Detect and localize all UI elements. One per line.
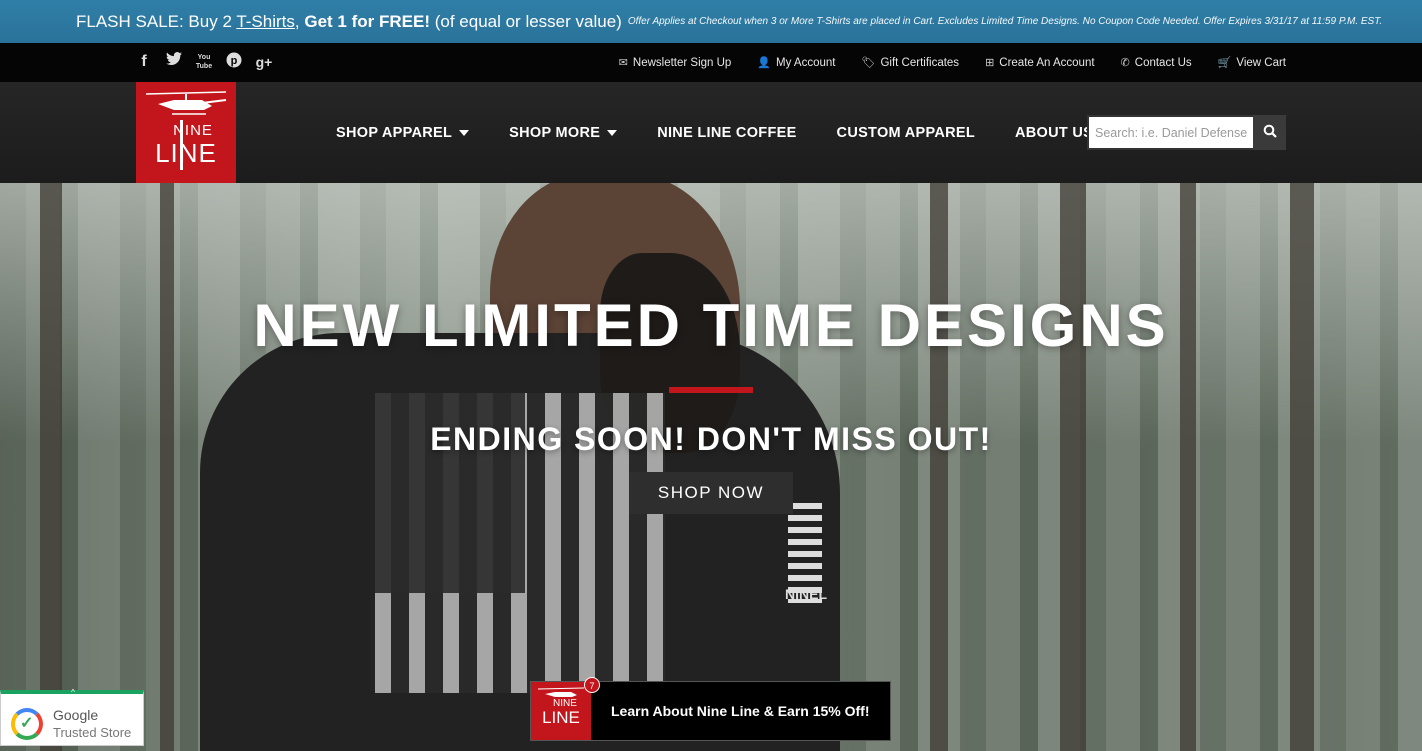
flash-sale-text: FLASH SALE: Buy 2 T-Shirts, Get 1 for FR… [76,12,622,32]
tag-icon: 🏷 [861,57,876,69]
user-icon: 👤 [757,57,772,69]
nav-shop-more[interactable]: SHOP MORE [509,124,618,141]
create-account-label: Create An Account [999,56,1095,69]
my-account-link[interactable]: 👤 My Account [757,56,836,70]
hero-subtitle: ENDING SOON! DON'T MISS OUT! [430,421,992,457]
flash-prefix: FLASH SALE: Buy 2 [76,11,237,31]
nav-shop-more-label: SHOP MORE [509,124,601,141]
view-cart-link[interactable]: 🛒 View Cart [1217,56,1286,70]
search-input[interactable] [1087,115,1253,150]
helicopter-icon [145,91,227,115]
tree-trunk [1290,183,1314,751]
flash-fine-print: Offer Applies at Checkout when 3 or More… [627,16,1383,27]
promo-text: Learn About Nine Line & Earn 15% Off! [611,703,870,719]
hero-title: NEW LIMITED TIME DESIGNS [253,292,1169,359]
google-trusted-store-badge[interactable]: ^ ✓ Google Trusted Store [0,689,144,746]
contact-us-label: Contact Us [1134,56,1192,69]
gift-certificates-label: Gift Certificates [880,56,960,69]
envelope-icon: ✉ [618,57,628,69]
flash-comma: , [294,11,300,31]
utility-links: ✉ Newsletter Sign Up 👤 My Account 🏷 Gift Ce… [619,43,1286,82]
utility-bar: f You Tube p g+ ✉ Newsletter Sign Up 👤 My … [0,43,1422,82]
nav-custom-label: CUSTOM APPAREL [836,124,976,141]
contact-us-link[interactable]: ✆ Contact Us [1120,56,1192,70]
logo-line1: NINE [173,122,213,139]
trusted-store-line2: Trusted Store [53,725,132,740]
promo-popup[interactable]: NINE LINE 7 Learn About Nine Line & Earn… [530,677,891,741]
flash-sale-banner: FLASH SALE: Buy 2 T-Shirts, Get 1 for FR… [0,0,1422,43]
nav-custom-apparel[interactable]: CUSTOM APPAREL [837,125,975,141]
search-button[interactable] [1253,115,1286,150]
nav-coffee-label: NINE LINE COFFEE [657,124,797,141]
gift-certificates-link[interactable]: 🏷 Gift Certificates [861,56,960,70]
flash-suffix: (of equal or lesser value) [434,11,622,31]
main-nav: SHOP APPAREL SHOP MORE NINE LINE COFFEE … [336,82,1111,183]
promo-logo-line2: LINE [542,708,580,727]
nav-shop-apparel[interactable]: SHOP APPAREL [336,124,470,141]
check-icon: ✓ [20,715,34,732]
phone-icon: ✆ [1120,57,1130,69]
caret-down-icon [459,129,470,136]
svg-text:p: p [231,55,238,67]
pinterest-icon[interactable]: p [224,52,244,72]
facebook-icon[interactable]: f [134,52,154,72]
trusted-store-line1: Google [53,707,99,723]
notification-badge: 7 [584,677,600,693]
cart-icon: 🛒 [1217,57,1232,69]
tree-trunk [930,183,948,751]
view-cart-label: View Cart [1236,56,1286,69]
tree-trunk [1060,183,1086,751]
twitter-icon[interactable] [164,52,184,72]
sleeve-text: NINEL [785,586,827,602]
flash-free-text: Get 1 for FREE! [304,11,430,31]
hero-banner: NINEL NEW LIMITED TIME DESIGNS ENDING SO… [0,183,1422,751]
googleplus-icon[interactable]: g+ [254,52,274,72]
tshirts-link[interactable]: T-Shirts [236,12,295,31]
plus-square-icon: ⊞ [985,57,995,69]
my-account-label: My Account [776,56,836,69]
social-links: f You Tube p g+ [134,52,274,72]
newsletter-signup-link[interactable]: ✉ Newsletter Sign Up [618,56,732,70]
hero-divider [669,387,753,393]
nav-about-label: ABOUT US [1015,124,1094,141]
caret-down-icon [607,129,618,136]
newsletter-label: Newsletter Sign Up [632,56,732,69]
promo-logo: NINE LINE 7 [531,677,600,740]
shop-now-button[interactable]: SHOP NOW [629,472,793,514]
tree-trunk [160,183,174,751]
logo-line2: LINE [155,138,217,168]
create-account-link[interactable]: ⊞ Create An Account [985,56,1095,70]
nav-nine-line-coffee[interactable]: NINE LINE COFFEE [657,125,796,141]
search-form [1087,115,1286,150]
search-icon [1263,124,1277,138]
nine-line-logo[interactable]: NINE LINE [136,82,236,183]
collapse-icon[interactable]: ^ [61,689,85,698]
youtube-icon[interactable]: You Tube [194,52,214,72]
tree-trunk [40,183,62,751]
nav-shop-apparel-label: SHOP APPAREL [336,124,453,141]
tree-trunk [1180,183,1196,751]
main-header: NINE LINE SHOP APPAREL SHOP MORE NINE LI… [0,82,1422,183]
